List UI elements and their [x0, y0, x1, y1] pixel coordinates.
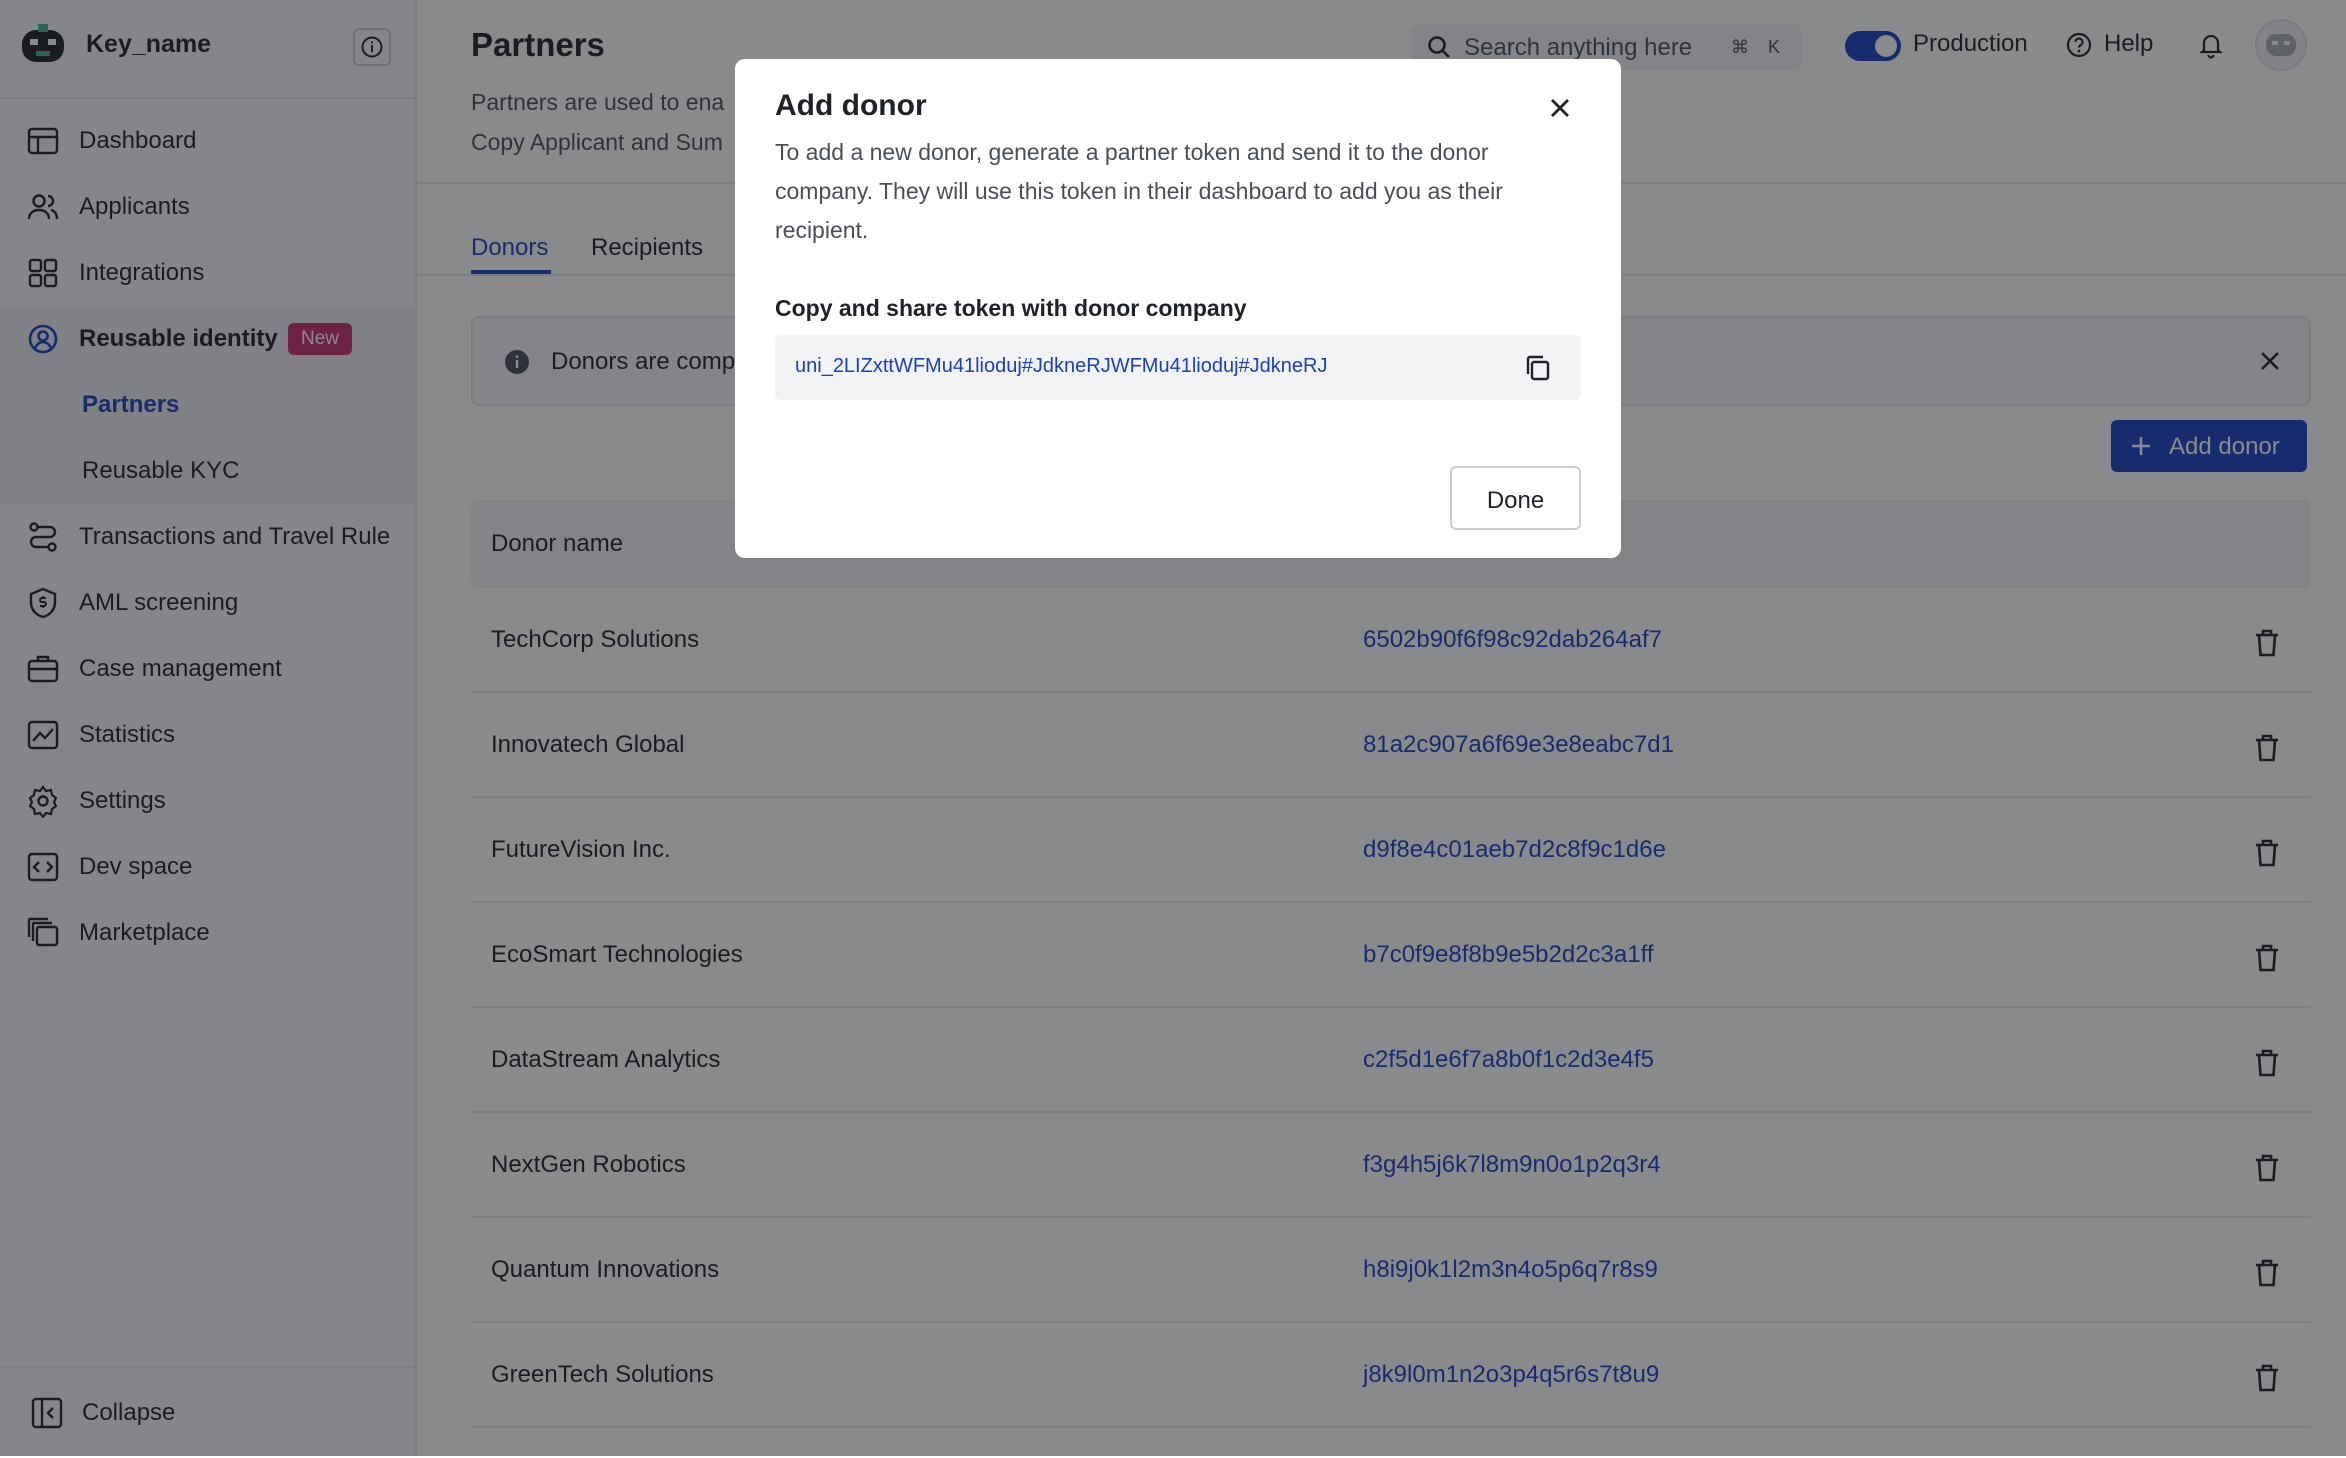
add-donor-dialog: Add donor To add a new donor, generate a…	[735, 59, 1621, 558]
done-label: Done	[1486, 487, 1545, 514]
done-button[interactable]: Done	[1450, 466, 1581, 530]
token-label: Copy and share token with donor company	[775, 295, 1247, 321]
close-icon[interactable]	[1545, 93, 1575, 123]
dialog-description: To add a new donor, generate a partner t…	[775, 139, 1503, 243]
token-field[interactable]: uni_2LIZxttWFMu41lioduj#JdkneRJWFMu41lio…	[775, 335, 1581, 400]
copy-icon[interactable]	[1523, 353, 1553, 383]
dialog-title: Add donor	[775, 89, 927, 122]
token-value[interactable]: uni_2LIZxttWFMu41lioduj#JdkneRJWFMu41lio…	[795, 355, 1327, 378]
